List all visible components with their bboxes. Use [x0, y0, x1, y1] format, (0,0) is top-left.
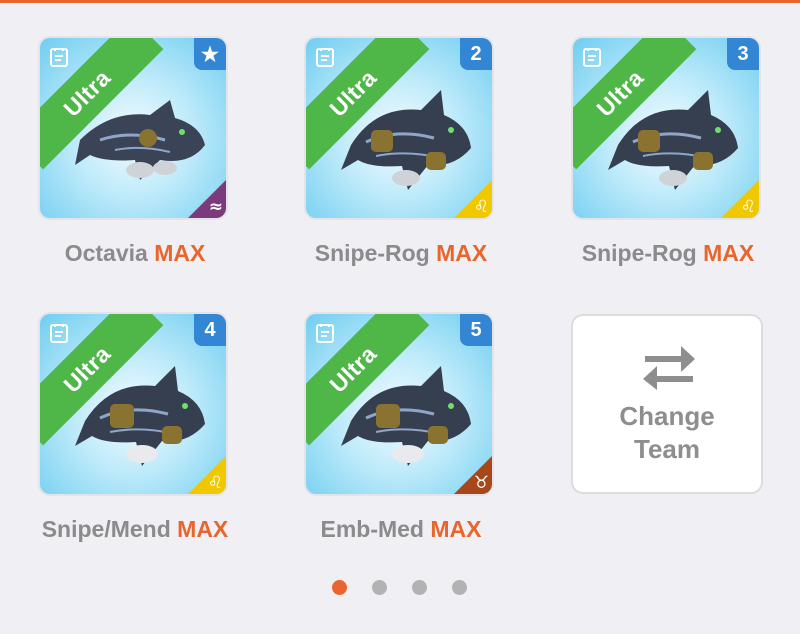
change-team-button[interactable]: Change Team: [573, 316, 761, 492]
page-indicator: [332, 580, 472, 596]
monster-card[interactable]: Ultra 4 ♌: [40, 314, 226, 494]
document-icon[interactable]: [48, 46, 70, 68]
document-icon[interactable]: [314, 322, 336, 344]
element-icon: ♌: [473, 197, 489, 217]
top-accent-line: [0, 0, 800, 3]
page-dot-4[interactable]: [452, 580, 467, 595]
page-dot-3[interactable]: [412, 580, 427, 595]
monster-card[interactable]: Ultra 3 ♌: [573, 38, 759, 218]
slot-badge: 3: [727, 38, 759, 70]
monster-card[interactable]: Ultra ★ ≈: [40, 38, 226, 218]
change-team-label: Change Team: [619, 401, 715, 464]
element-icon: ≈: [208, 197, 223, 217]
page-dot-1[interactable]: [332, 580, 347, 595]
document-icon[interactable]: [314, 46, 336, 68]
monster-name: Snipe-Rog MAX: [581, 240, 755, 266]
monster-card[interactable]: Ultra 2 ♌: [306, 38, 492, 218]
monster-name: Emb-Med MAX: [320, 516, 482, 542]
element-icon: ♌: [740, 197, 756, 217]
document-icon[interactable]: [48, 322, 70, 344]
monster-name: Snipe/Mend MAX: [41, 516, 229, 542]
element-icon: ♉: [473, 473, 489, 493]
slot-badge: 4: [194, 314, 226, 346]
slot-badge: 2: [460, 38, 492, 70]
monster-card[interactable]: Ultra 5 ♉: [306, 314, 492, 494]
monster-name: Snipe-Rog MAX: [314, 240, 488, 266]
slot-badge: ★: [194, 38, 226, 70]
element-icon: ♌: [207, 473, 223, 493]
slot-badge: 5: [460, 314, 492, 346]
swap-arrows-icon: [643, 346, 695, 390]
page-dot-2[interactable]: [372, 580, 387, 595]
monster-name: Octavia MAX: [64, 240, 206, 266]
document-icon[interactable]: [581, 46, 603, 68]
